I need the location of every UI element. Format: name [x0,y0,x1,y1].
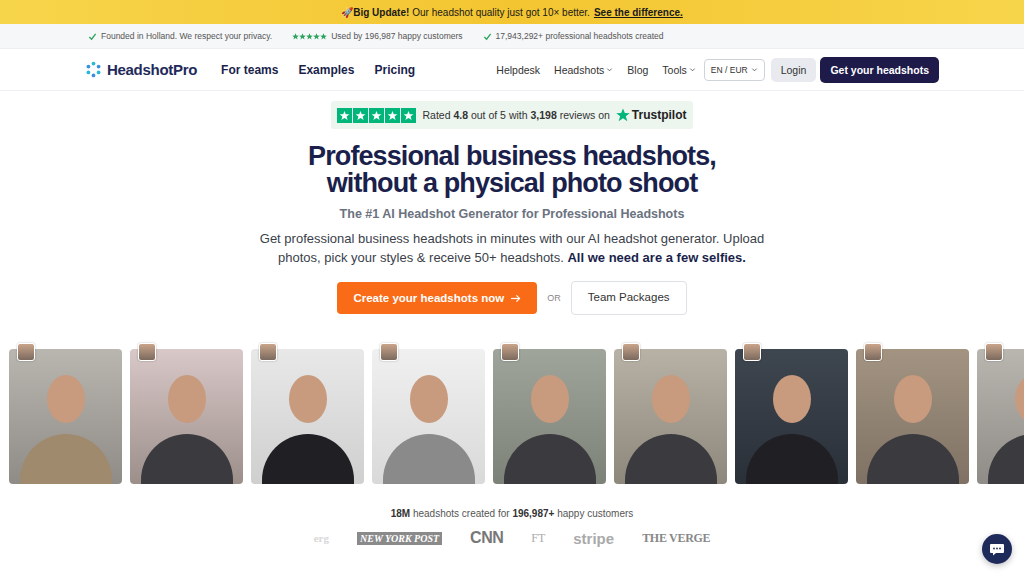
star-icon [337,108,352,123]
star-icon [401,108,416,123]
nav-link[interactable]: Examples [298,63,354,77]
star-icon [369,108,384,123]
headshot-photo [977,349,1024,484]
star-icon [306,33,313,40]
hero-title: Professional business headshots,without … [308,143,716,197]
selfie-thumbnail [259,343,277,361]
stars [292,33,327,40]
selfie-thumbnail [985,343,1003,361]
headshot-photo [372,349,485,484]
headshot-gallery [0,346,1024,484]
chat-icon [989,541,1005,557]
headshot-card[interactable] [493,349,606,484]
trust-bar: Founded in Holland. We respect your priv… [0,24,1024,49]
announcement-link[interactable]: See the difference. [594,7,683,18]
star-icon [313,33,320,40]
selfie-thumbnail [17,343,35,361]
headshot-card[interactable] [856,349,969,484]
primary-links: For teams Examples Pricing [221,63,415,77]
check-icon [483,32,492,41]
team-packages-button[interactable]: Team Packages [571,281,687,315]
press-logo: NEW YORK POST [357,532,442,545]
announcement-bar: 🚀Big Update!Our headshot quality just go… [0,0,1024,24]
headshot-card[interactable] [735,349,848,484]
selfie-thumbnail [380,343,398,361]
headshot-card[interactable] [251,349,364,484]
get-headshots-button[interactable]: Get your headshots [820,57,939,83]
star-icon [299,33,306,40]
announcement-text: Our headshot quality just got 10× better… [412,7,590,18]
logo-icon [85,61,102,78]
trust-text: Used by 196,987 happy customers [331,31,462,41]
headshot-photo [493,349,606,484]
hero-description: Get professional business headshots in m… [252,229,772,267]
trustpilot-star-icon [616,108,630,122]
nav-link[interactable]: For teams [221,63,278,77]
nav-link[interactable]: Headshots [554,64,613,76]
check-icon [88,32,97,41]
nav-right: Helpdesk Headshots Blog Tools EN / EUR LoginG… [496,57,939,83]
star-icon [320,33,327,40]
press-logo: THE VERGE [642,531,710,546]
headshot-photo [856,349,969,484]
nav-link[interactable]: Pricing [374,63,415,77]
press-logos: erg NEW YORK POST CNN FT stripe THE VERGE [0,529,1024,547]
announcement-title: Big Update! [353,7,409,18]
selfie-thumbnail [501,343,519,361]
headshot-card[interactable] [9,349,122,484]
star-icon [292,33,299,40]
locale-select[interactable]: EN / EUR [704,59,765,81]
hero-actions: Create your headshots now OR Team Packages [337,281,686,315]
headshot-photo [9,349,122,484]
stats-text: 18M headshots created for 196,987+ happy… [0,508,1024,519]
headshot-card[interactable] [372,349,485,484]
press-logo: CNN [470,529,503,547]
selfie-thumbnail [622,343,640,361]
chat-button[interactable] [982,534,1012,564]
chevron-down-icon [689,66,696,73]
chevron-down-icon [751,66,758,73]
trust-item: Founded in Holland. We respect your priv… [88,31,272,41]
rating-stars [337,108,416,123]
trustpilot-rating[interactable]: Rated 4.8 out of 5 with 3,198 reviews on… [331,101,692,129]
hero-subtitle: The #1 AI Headshot Generator for Profess… [340,207,685,221]
selfie-thumbnail [864,343,882,361]
rating-text: Rated 4.8 out of 5 with 3,198 reviews on [422,109,609,121]
landing-page: 🚀Big Update!Our headshot quality just go… [0,0,1024,576]
selfie-thumbnail [743,343,761,361]
headshot-card[interactable] [614,349,727,484]
logo[interactable]: HeadshotPro [85,61,197,78]
headshot-photo [251,349,364,484]
trust-text: 17,943,292+ professional headshots creat… [496,31,664,41]
headshot-photo [735,349,848,484]
create-headshots-button[interactable]: Create your headshots now [337,282,537,314]
arrow-right-icon [510,294,521,303]
star-icon [385,108,400,123]
press-logo: erg [314,532,329,544]
trustpilot-logo: Trustpilot [616,108,687,122]
trust-text: Founded in Holland. We respect your priv… [101,31,272,41]
headshot-card[interactable] [130,349,243,484]
press-logo: stripe [573,530,614,547]
nav-link[interactable]: Blog [627,64,648,76]
or-label: OR [547,293,561,303]
headshot-photo [130,349,243,484]
rocket-icon: 🚀 [341,7,353,18]
nav-link[interactable]: Tools [662,64,696,76]
trust-item: Used by 196,987 happy customers [292,31,462,41]
press-logo: FT [531,531,545,546]
trust-item: 17,943,292+ professional headshots creat… [483,31,664,41]
nav-link[interactable]: Helpdesk [496,64,540,76]
hero: Rated 4.8 out of 5 with 3,198 reviews on… [0,91,1024,315]
headshot-photo [614,349,727,484]
navbar: HeadshotPro For teams Examples Pricing Helpd… [0,49,1024,91]
logo-text: HeadshotPro [107,61,197,78]
chevron-down-icon [606,66,613,73]
headshot-card[interactable] [977,349,1024,484]
selfie-thumbnail [138,343,156,361]
login-button[interactable]: Login [771,58,817,82]
star-icon [353,108,368,123]
